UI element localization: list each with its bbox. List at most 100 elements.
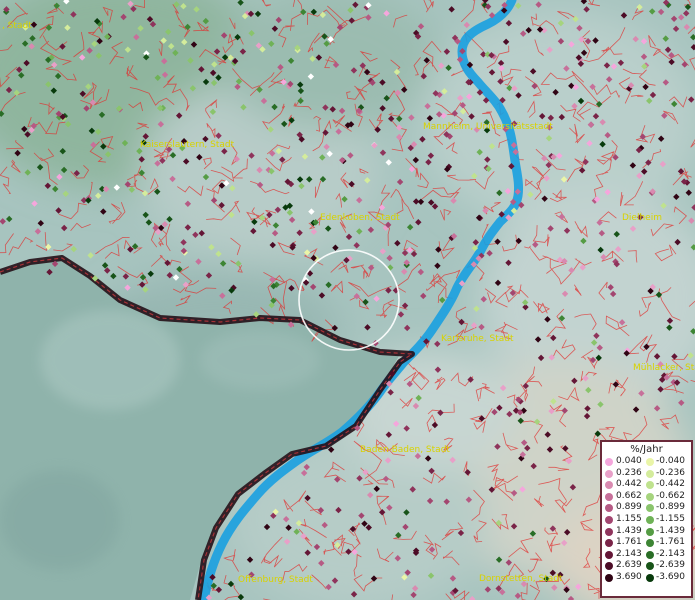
measurement-point[interactable] [256,181,264,189]
measurement-point[interactable] [548,407,555,415]
measurement-point[interactable] [560,176,568,183]
measurement-point[interactable] [51,260,59,268]
measurement-point[interactable] [62,190,69,197]
measurement-point[interactable] [227,580,235,588]
measurement-point[interactable] [617,59,625,66]
measurement-point[interactable] [332,244,339,251]
measurement-point[interactable] [227,54,234,61]
measurement-point[interactable] [383,10,390,17]
measurement-point[interactable] [279,156,286,163]
measurement-point[interactable] [646,97,653,105]
measurement-point[interactable] [468,113,475,120]
measurement-point[interactable] [385,431,393,438]
measurement-point[interactable] [560,539,568,547]
measurement-point[interactable] [395,124,403,131]
measurement-point[interactable] [394,240,401,247]
measurement-point[interactable] [409,486,416,493]
measurement-point[interactable] [426,497,434,505]
measurement-point[interactable] [437,62,445,69]
measurement-point[interactable] [504,187,512,195]
measurement-point[interactable] [411,585,419,592]
measurement-point[interactable] [673,193,680,201]
measurement-point[interactable] [100,143,107,150]
measurement-point[interactable] [522,382,529,390]
measurement-point[interactable] [431,203,439,210]
measurement-point[interactable] [603,62,611,69]
measurement-point[interactable] [184,200,192,207]
measurement-point[interactable] [83,105,90,112]
measurement-point[interactable] [303,249,311,256]
measurement-point[interactable] [142,286,149,293]
measurement-point[interactable] [547,225,554,232]
measurement-point[interactable] [219,260,227,267]
measurement-point[interactable] [167,42,175,50]
measurement-point[interactable] [386,504,393,511]
measurement-point[interactable] [572,83,580,91]
measurement-point[interactable] [137,25,144,32]
measurement-point[interactable] [79,90,86,97]
measurement-point[interactable] [348,180,355,188]
measurement-point[interactable] [439,296,446,304]
measurement-point[interactable] [353,242,360,249]
measurement-point[interactable] [596,344,603,351]
measurement-point[interactable] [482,0,489,4]
measurement-point[interactable] [428,467,435,475]
measurement-point[interactable] [154,188,161,195]
measurement-point[interactable] [285,524,292,531]
measurement-point[interactable] [267,126,274,133]
measurement-point[interactable] [524,444,531,452]
measurement-point[interactable] [385,287,392,294]
measurement-point[interactable] [78,54,86,61]
measurement-point[interactable] [604,131,611,139]
measurement-point[interactable] [379,248,387,255]
measurement-point[interactable] [235,78,243,85]
measurement-point[interactable] [51,61,58,69]
measurement-point[interactable] [498,64,505,72]
measurement-point[interactable] [303,463,310,471]
measurement-point[interactable] [659,160,667,168]
measurement-point[interactable] [196,154,203,161]
measurement-point[interactable] [510,141,518,149]
measurement-point[interactable] [161,71,169,78]
measurement-point[interactable] [271,25,279,32]
measurement-point[interactable] [594,430,601,437]
measurement-point[interactable] [470,261,478,268]
measurement-point[interactable] [497,78,504,85]
measurement-point[interactable] [164,259,171,267]
measurement-point[interactable] [36,164,44,171]
measurement-point[interactable] [184,23,191,31]
measurement-point[interactable] [13,89,20,97]
measurement-point[interactable] [672,25,680,33]
measurement-point[interactable] [488,69,496,76]
measurement-point[interactable] [351,548,358,556]
measurement-point[interactable] [471,172,478,180]
measurement-point[interactable] [548,354,555,361]
measurement-point[interactable] [325,583,332,591]
measurement-point[interactable] [356,228,363,235]
measurement-point[interactable] [256,86,263,93]
measurement-point[interactable] [182,158,190,165]
measurement-point[interactable] [297,97,304,105]
measurement-point[interactable] [531,82,538,90]
measurement-point[interactable] [367,264,375,271]
measurement-point[interactable] [253,311,260,318]
measurement-point[interactable] [417,268,425,276]
measurement-point[interactable] [545,161,552,169]
measurement-point[interactable] [657,8,665,16]
measurement-point[interactable] [61,224,68,232]
measurement-point[interactable] [288,284,295,292]
measurement-point[interactable] [443,498,450,505]
measurement-point[interactable] [281,120,288,128]
measurement-point[interactable] [546,446,554,453]
measurement-point[interactable] [326,150,333,157]
measurement-point[interactable] [142,133,149,140]
measurement-point[interactable] [323,40,330,47]
measurement-point[interactable] [145,219,153,226]
measurement-point[interactable] [389,370,396,377]
measurement-point[interactable] [184,224,192,231]
measurement-point[interactable] [642,83,649,91]
measurement-point[interactable] [306,176,313,183]
measurement-point[interactable] [307,73,315,80]
measurement-point[interactable] [195,258,202,265]
measurement-point[interactable] [417,23,425,30]
